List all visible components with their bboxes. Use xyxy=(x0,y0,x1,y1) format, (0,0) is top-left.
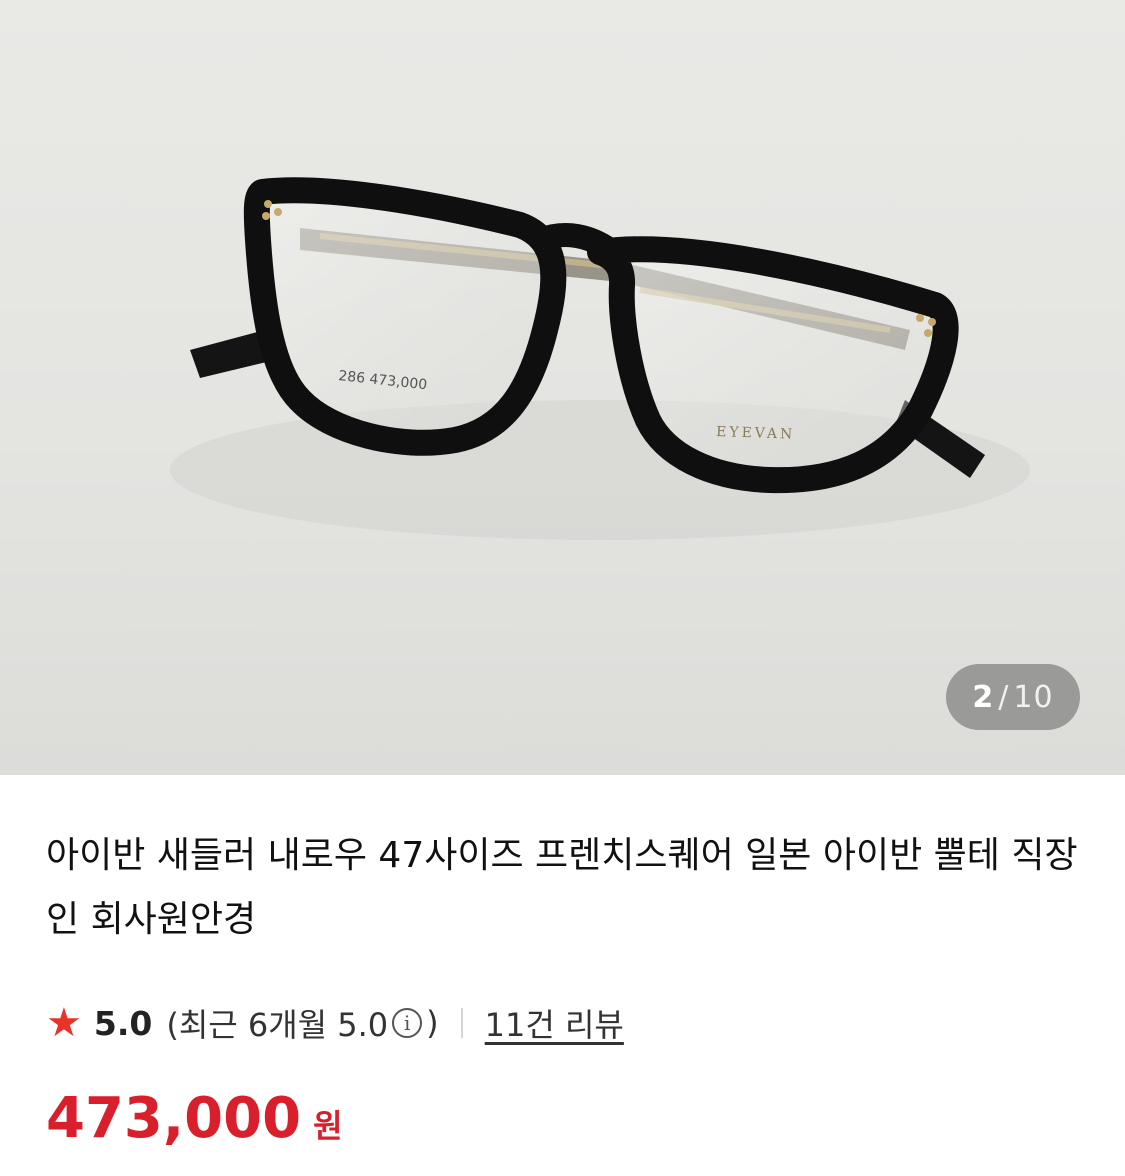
lens-brand-text: EYEVAN xyxy=(716,424,796,443)
price-currency: 원 xyxy=(313,1107,343,1145)
review-count-link[interactable]: 11건 리뷰 xyxy=(485,1000,624,1046)
rating-row: ★ 5.0 (최근 6개월 5.0 i ) 11건 리뷰 xyxy=(46,998,624,1048)
product-title: 아이반 새들러 내로우 47사이즈 프렌치스퀘어 일본 아이반 뿔테 직장인 회… xyxy=(46,835,1078,940)
info-icon[interactable]: i xyxy=(392,1008,423,1038)
price-row: 473,000 원 xyxy=(46,1086,343,1151)
gallery-separator: / xyxy=(998,679,1010,715)
star-icon: ★ xyxy=(46,1000,82,1046)
gallery-current: 2 xyxy=(972,679,995,715)
recent-rating: (최근 6개월 5.0 i ) xyxy=(166,1000,438,1046)
eyeglasses-photo: 286 473,000 EYEVAN xyxy=(170,177,1030,540)
recent-rating-close: ) xyxy=(426,1004,439,1042)
rating-score: 5.0 xyxy=(93,1003,153,1043)
gallery-total: 10 xyxy=(1013,679,1054,715)
product-image-gallery[interactable]: 286 473,000 EYEVAN 2 / 10 xyxy=(0,0,1125,775)
divider xyxy=(460,1008,463,1038)
recent-rating-label: (최근 6개월 5.0 xyxy=(166,1006,389,1044)
price-amount: 473,000 xyxy=(46,1086,302,1151)
gallery-counter: 2 / 10 xyxy=(946,664,1080,730)
